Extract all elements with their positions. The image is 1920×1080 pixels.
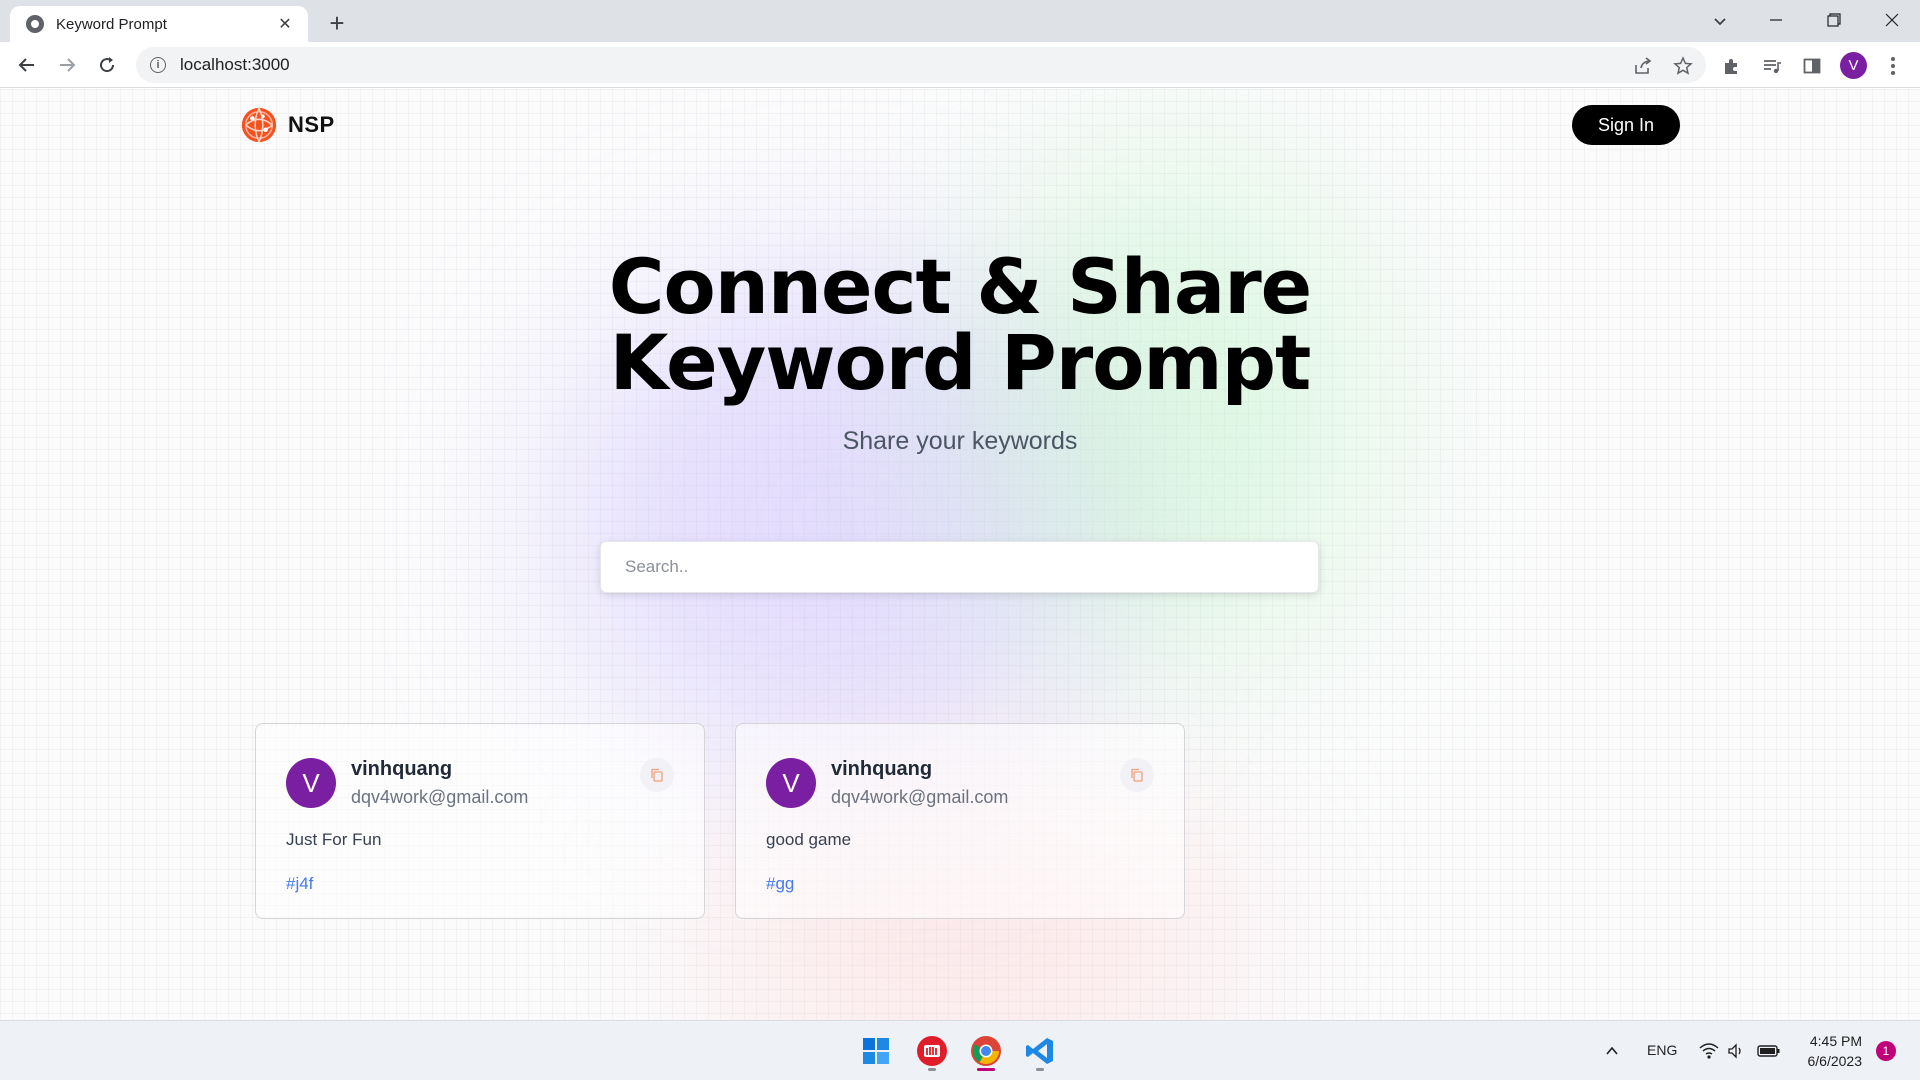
prompt-tag[interactable]: #gg xyxy=(766,874,1154,894)
page-viewport: NSP Sign In Connect & Share Keyword Prom… xyxy=(0,89,1920,1020)
page-title: Connect & Share Keyword Prompt xyxy=(0,249,1920,401)
windows-taskbar: ENG 4:45 PM 6/6/2023 1 xyxy=(0,1020,1920,1080)
reload-icon[interactable] xyxy=(92,50,122,80)
browser-menu-icon[interactable] xyxy=(1882,54,1904,78)
tab-close-icon[interactable]: ✕ xyxy=(274,14,296,34)
title-line-2: Keyword Prompt xyxy=(609,318,1312,407)
user-info: vinhquang dqv4work@gmail.com xyxy=(351,758,640,808)
username[interactable]: vinhquang xyxy=(831,758,1120,781)
close-window-icon[interactable] xyxy=(1864,0,1920,40)
sign-in-button[interactable]: Sign In xyxy=(1572,105,1680,145)
browser-toolbar: i localhost:3000 V xyxy=(0,42,1920,88)
prompt-text: Just For Fun xyxy=(286,830,382,849)
chrome-app-icon[interactable] xyxy=(964,1029,1008,1073)
prompt-tag[interactable]: #j4f xyxy=(286,874,674,894)
title-line-1: Connect & Share xyxy=(608,242,1312,331)
globe-icon xyxy=(26,15,44,33)
user-avatar[interactable]: V xyxy=(286,758,336,808)
media-queue-icon[interactable] xyxy=(1760,54,1784,78)
battery-icon[interactable] xyxy=(1752,1029,1786,1073)
tab-search-icon[interactable] xyxy=(1706,7,1734,35)
notification-badge[interactable]: 1 xyxy=(1876,1041,1896,1061)
vscode-app-icon[interactable] xyxy=(1018,1029,1062,1073)
mail-app-icon[interactable] xyxy=(910,1029,954,1073)
side-panel-icon[interactable] xyxy=(1800,54,1824,78)
chevron-up-icon[interactable] xyxy=(1592,1029,1632,1073)
user-email: dqv4work@gmail.com xyxy=(831,787,1009,807)
prompt-card[interactable]: V vinhquang dqv4work@gmail.com Just For … xyxy=(255,723,705,919)
running-indicator xyxy=(928,1068,936,1071)
profile-avatar[interactable]: V xyxy=(1840,52,1867,79)
search-input[interactable] xyxy=(600,541,1319,593)
forward-arrow-icon[interactable] xyxy=(52,50,82,80)
copy-icon[interactable] xyxy=(1120,758,1154,792)
card-header: V vinhquang dqv4work@gmail.com xyxy=(766,758,1154,808)
card-header: V vinhquang dqv4work@gmail.com xyxy=(286,758,674,808)
logo-text: NSP xyxy=(288,112,335,137)
prompt-text: good game xyxy=(766,830,852,849)
windows-start-icon[interactable] xyxy=(854,1029,898,1073)
language-indicator[interactable]: ENG xyxy=(1647,1042,1677,1058)
restore-icon[interactable] xyxy=(1806,0,1862,40)
share-icon[interactable] xyxy=(1632,55,1654,77)
address-bar[interactable]: i localhost:3000 xyxy=(136,47,1706,83)
back-arrow-icon[interactable] xyxy=(12,50,42,80)
bookmark-star-icon[interactable] xyxy=(1672,55,1694,77)
browser-tab[interactable]: Keyword Prompt ✕ xyxy=(10,6,308,42)
browser-tab-strip: Keyword Prompt ✕ + xyxy=(0,0,1920,42)
username[interactable]: vinhquang xyxy=(351,758,640,781)
volume-icon[interactable] xyxy=(1722,1029,1750,1073)
globe-logo-icon xyxy=(241,107,277,143)
hero-section: Connect & Share Keyword Prompt Share you… xyxy=(0,249,1920,456)
minimize-icon[interactable] xyxy=(1748,0,1804,40)
url-text: localhost:3000 xyxy=(180,55,290,74)
clock-time: 4:45 PM xyxy=(1809,1033,1862,1049)
running-indicator xyxy=(1036,1068,1044,1071)
wifi-icon[interactable] xyxy=(1694,1029,1724,1073)
prompt-card[interactable]: V vinhquang dqv4work@gmail.com good game… xyxy=(735,723,1185,919)
user-info: vinhquang dqv4work@gmail.com xyxy=(831,758,1120,808)
user-email: dqv4work@gmail.com xyxy=(351,787,529,807)
clock-date: 6/6/2023 xyxy=(1807,1053,1863,1069)
user-avatar[interactable]: V xyxy=(766,758,816,808)
site-logo[interactable]: NSP xyxy=(240,106,335,144)
active-indicator xyxy=(977,1068,995,1071)
new-tab-button[interactable]: + xyxy=(322,8,352,38)
copy-icon[interactable] xyxy=(640,758,674,792)
site-info-icon[interactable]: i xyxy=(150,57,166,73)
page-subtitle: Share your keywords xyxy=(842,427,1078,455)
extensions-puzzle-icon[interactable] xyxy=(1720,54,1744,78)
system-clock[interactable]: 4:45 PM 6/6/2023 xyxy=(1796,1031,1863,1071)
tab-title: Keyword Prompt xyxy=(56,15,167,33)
